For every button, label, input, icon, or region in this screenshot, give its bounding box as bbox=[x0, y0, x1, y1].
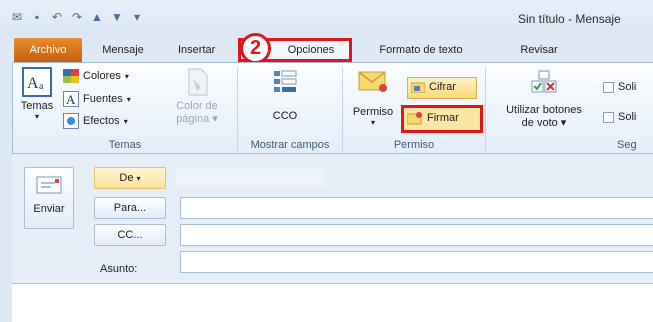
tab-message[interactable]: Mensaje bbox=[88, 38, 158, 62]
customize-icon[interactable]: ▾ bbox=[130, 10, 144, 24]
chevron-down-icon: ▾ bbox=[124, 71, 129, 81]
ribbon-tabs: Archivo Mensaje Insertar Opciones Format… bbox=[0, 38, 653, 62]
cc-input[interactable] bbox=[180, 224, 653, 246]
group-separator bbox=[485, 67, 486, 151]
from-value bbox=[175, 169, 325, 187]
group-label-permission: Permiso bbox=[393, 139, 435, 151]
group-label-themes: Temas bbox=[108, 139, 142, 151]
effects-label: Efectos bbox=[83, 115, 120, 127]
request-receipt-checkbox-2[interactable]: Soli bbox=[603, 111, 636, 123]
bcc-label: CCO bbox=[272, 110, 298, 122]
to-input[interactable] bbox=[180, 197, 653, 219]
svg-text:A: A bbox=[66, 92, 76, 107]
bcc-button[interactable]: CCO bbox=[259, 69, 311, 122]
sign-button[interactable]: Firmar bbox=[407, 111, 459, 125]
save-icon[interactable]: ▪ bbox=[30, 10, 44, 24]
svg-text:a: a bbox=[39, 81, 44, 92]
page-color-label-1: Color de bbox=[176, 100, 218, 112]
chevron-down-icon: ▾ bbox=[136, 174, 141, 183]
undo-icon[interactable]: ↶ bbox=[50, 10, 64, 24]
signature-envelope-icon bbox=[407, 112, 422, 125]
request-label-2: Soli bbox=[618, 111, 637, 123]
group-label-show-fields: Mostrar campos bbox=[250, 139, 330, 151]
colors-button[interactable]: Colores ▾ bbox=[63, 69, 129, 83]
themes-button[interactable]: A a Temas ▾ bbox=[17, 67, 57, 121]
compose-area: Enviar De ▾ Para... CC... Asunto: bbox=[12, 155, 653, 322]
encrypt-label: Cifrar bbox=[429, 81, 456, 93]
ribbon-options: A a Temas ▾ Colores ▾ A Fuentes ▾ Efecto… bbox=[12, 62, 653, 154]
up-icon[interactable]: ▲ bbox=[90, 10, 104, 24]
voting-label-1: Utilizar botones bbox=[506, 104, 582, 116]
title-bar: ✉ ▪ ↶ ↷ ▲ ▼ ▾ Sin título - Mensaje bbox=[0, 0, 653, 34]
voting-icon bbox=[531, 70, 557, 93]
permission-button[interactable]: Permiso ▾ bbox=[347, 69, 399, 127]
svg-text:A: A bbox=[27, 75, 39, 92]
chevron-down-icon: ▾ bbox=[34, 112, 39, 121]
voting-label-2: de voto ▾ bbox=[521, 117, 567, 129]
tab-insert[interactable]: Insertar bbox=[172, 38, 242, 62]
fonts-button[interactable]: A Fuentes ▾ bbox=[63, 91, 131, 107]
tab-file[interactable]: Archivo bbox=[14, 38, 82, 62]
down-icon[interactable]: ▼ bbox=[110, 10, 124, 24]
quick-access-toolbar: ✉ ▪ ↶ ↷ ▲ ▼ ▾ bbox=[10, 10, 144, 24]
sign-label: Firmar bbox=[427, 112, 459, 124]
chevron-down-icon: ▾ bbox=[126, 94, 131, 104]
to-button[interactable]: Para... bbox=[94, 197, 166, 219]
effects-icon bbox=[63, 113, 79, 129]
fonts-label: Fuentes bbox=[83, 93, 123, 105]
bcc-icon bbox=[274, 70, 297, 92]
outlook-icon[interactable]: ✉ bbox=[10, 10, 24, 24]
subject-label: Asunto: bbox=[100, 263, 138, 275]
voting-buttons-button[interactable]: Utilizar botones de voto ▾ bbox=[489, 69, 599, 129]
fonts-icon: A bbox=[63, 91, 79, 107]
send-label: Enviar bbox=[33, 203, 65, 215]
colors-icon bbox=[63, 69, 79, 83]
message-body[interactable] bbox=[12, 283, 653, 322]
page-color-label-2: página ▾ bbox=[176, 113, 218, 125]
request-receipt-checkbox-1[interactable]: Soli bbox=[603, 81, 636, 93]
from-button[interactable]: De ▾ bbox=[94, 167, 166, 189]
step-number-badge: 2 bbox=[240, 33, 271, 64]
encrypt-button[interactable]: Cifrar bbox=[411, 81, 456, 93]
cc-button[interactable]: CC... bbox=[94, 224, 166, 246]
chevron-down-icon: ▾ bbox=[123, 116, 128, 126]
from-label: De bbox=[119, 172, 134, 184]
checkbox-icon[interactable] bbox=[603, 81, 614, 93]
themes-icon: A a bbox=[22, 67, 52, 97]
checkbox-icon[interactable] bbox=[603, 111, 614, 123]
permission-envelope-icon bbox=[358, 71, 387, 92]
chevron-down-icon: ▾ bbox=[370, 118, 375, 127]
tab-review[interactable]: Revisar bbox=[504, 38, 574, 62]
page-color-icon bbox=[188, 68, 208, 96]
colors-label: Colores bbox=[83, 70, 121, 82]
send-button[interactable]: Enviar bbox=[24, 167, 74, 229]
group-label-tracking: Seg bbox=[617, 139, 637, 151]
lock-envelope-icon bbox=[411, 82, 425, 93]
page-color-button[interactable]: Color de página ▾ bbox=[163, 67, 231, 125]
tab-format-text[interactable]: Formato de texto bbox=[362, 38, 480, 62]
effects-button[interactable]: Efectos ▾ bbox=[63, 113, 128, 129]
send-envelope-icon bbox=[36, 176, 62, 194]
request-label-1: Soli bbox=[618, 81, 637, 93]
redo-icon[interactable]: ↷ bbox=[70, 10, 84, 24]
window-title: Sin título - Mensaje bbox=[518, 12, 621, 26]
themes-button-label: Temas bbox=[20, 100, 54, 112]
subject-input[interactable] bbox=[180, 251, 653, 273]
permission-label: Permiso bbox=[352, 106, 394, 118]
